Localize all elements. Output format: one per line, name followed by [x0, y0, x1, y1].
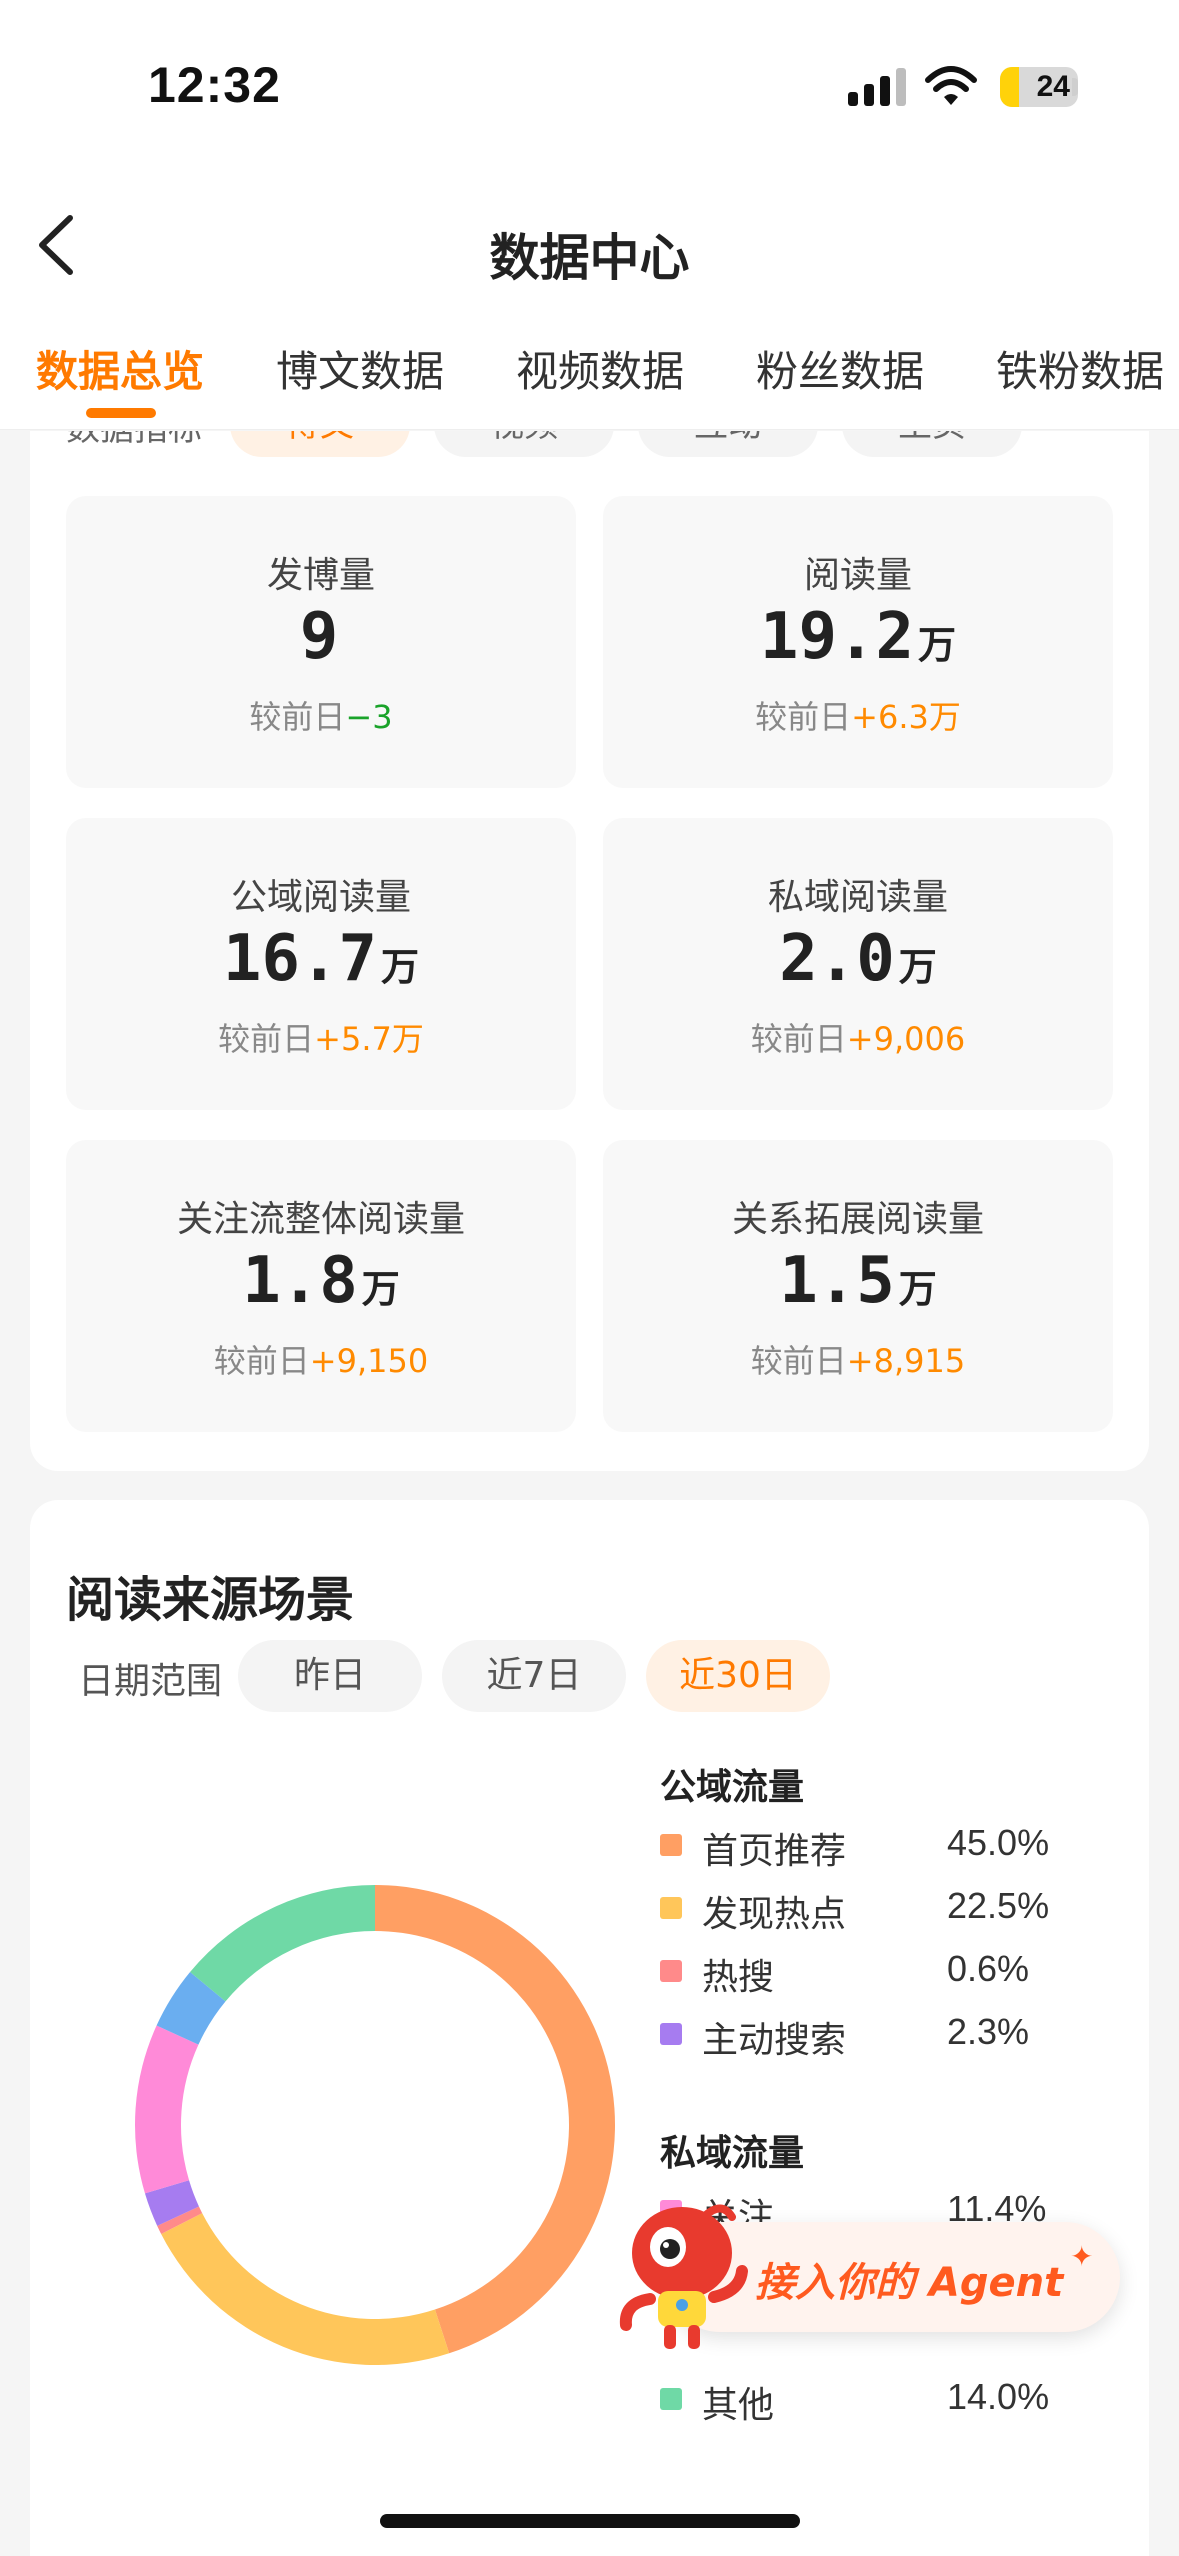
section-title: 阅读来源场景: [66, 1572, 355, 1628]
tab-bar: 数据总览 博文数据 视频数据 粉丝数据 铁粉数据: [0, 300, 1179, 430]
metric-value: 1.8 万: [242, 1244, 400, 1318]
metric-delta: 较前日+8,915: [750, 1342, 966, 1380]
metric-value: 16.7 万: [222, 922, 420, 996]
metric-value: 19.2 万: [759, 600, 957, 674]
metric-label: 公域阅读量: [230, 877, 411, 918]
legend-value: 14.0%: [947, 2376, 1050, 2417]
tab-iron-fans-data[interactable]: 铁粉数据: [996, 338, 1164, 399]
battery-icon: 24: [1000, 67, 1078, 107]
filter-chip-posts[interactable]: 博文: [230, 431, 410, 457]
filter-chip-homepage[interactable]: 主页: [842, 431, 1022, 457]
legend-swatch: [660, 2023, 682, 2045]
metric-label: 关注流整体阅读量: [176, 1199, 465, 1240]
metric-delta: 较前日+9,006: [750, 1020, 966, 1058]
legend-swatch: [660, 1897, 682, 1919]
date-chip-7d[interactable]: 近7日: [442, 1640, 626, 1712]
legend-name: 其他: [702, 2385, 775, 2426]
status-bar: 12:32 24: [0, 0, 1179, 170]
legend-item: 首页推荐 45.0%: [660, 1820, 1080, 1872]
nav-bar: 数据中心: [0, 170, 1179, 300]
legend-name: 首页推荐: [702, 1831, 847, 1872]
donut-slice-0[interactable]: [375, 1885, 616, 2354]
legend-swatch: [660, 2388, 682, 2410]
legend-group-public: 公域流量: [660, 1767, 805, 1808]
metrics-filter-label: 数据指标: [66, 431, 202, 450]
metric-delta: 较前日+9,150: [213, 1342, 429, 1380]
metric-post-count[interactable]: 发博量 9 较前日−3: [66, 496, 576, 788]
donut-slice-6[interactable]: [190, 1885, 375, 2002]
metric-value: 9: [299, 600, 339, 674]
donut-slice-1[interactable]: [161, 2213, 450, 2365]
donut-slice-4[interactable]: [135, 2025, 199, 2194]
legend-item: 主动搜索 2.3%: [660, 2009, 1080, 2061]
metric-relation-reads[interactable]: 关系拓展阅读量 1.5 万 较前日+8,915: [603, 1140, 1113, 1432]
legend-group-private: 私域流量: [660, 2133, 805, 2174]
legend-value: 22.5%: [947, 1885, 1050, 1926]
metrics-filter-row: 数据指标 博文 视频 互动 主页: [30, 431, 1149, 481]
mascot-icon[interactable]: [610, 2195, 760, 2355]
date-chip-30d[interactable]: 近30日: [646, 1640, 830, 1712]
metrics-card: 数据指标 博文 视频 互动 主页 发博量 9 较前日−3 阅读量 19.2万 较…: [30, 431, 1149, 1471]
legend-swatch: [660, 1834, 682, 1856]
metric-follow-feed-reads[interactable]: 关注流整体阅读量 1.8 万 较前日+9,150: [66, 1140, 576, 1432]
legend-item: 其他 14.0%: [660, 2374, 1080, 2426]
metric-reads[interactable]: 阅读量 19.2 万 较前日+6.3万: [603, 496, 1113, 788]
tab-fans-data[interactable]: 粉丝数据: [756, 338, 924, 399]
filter-chip-interaction[interactable]: 互动: [638, 431, 818, 457]
metric-delta: 较前日+5.7万: [218, 1020, 424, 1058]
legend-value: 0.6%: [947, 1948, 1030, 1989]
metric-label: 私域阅读量: [767, 877, 948, 918]
page-title: 数据中心: [489, 229, 690, 287]
legend-item: 发现热点 22.5%: [660, 1883, 1080, 1935]
metric-label: 关系拓展阅读量: [731, 1199, 984, 1240]
legend-name: 发现热点: [702, 1894, 847, 1935]
metric-delta: 较前日+6.3万: [755, 698, 961, 736]
sparkle-icon: ✦: [1070, 2240, 1094, 2273]
agent-entry-label: 接入你的 Agent: [755, 2260, 1064, 2306]
cellular-signal-icon: [848, 68, 906, 106]
tab-video-data[interactable]: 视频数据: [516, 338, 684, 399]
metric-value: 2.0 万: [779, 922, 937, 996]
tab-post-data[interactable]: 博文数据: [276, 338, 444, 399]
metric-value: 1.5 万: [779, 1244, 937, 1318]
metric-label: 发博量: [266, 555, 375, 596]
metric-public-reads[interactable]: 公域阅读量 16.7 万 较前日+5.7万: [66, 818, 576, 1110]
legend-value: 2.3%: [947, 2011, 1030, 2052]
legend-swatch: [660, 1960, 682, 1982]
legend-name: 热搜: [702, 1957, 775, 1998]
home-indicator: [380, 2514, 800, 2528]
date-chip-yesterday[interactable]: 昨日: [238, 1640, 422, 1712]
status-time: 12:32: [148, 57, 281, 113]
read-source-card: 阅读来源场景 日期范围 昨日 近7日 近30日 公域流量 首页推荐 45.0% 发现…: [30, 1500, 1149, 2556]
battery-tip: [1072, 78, 1078, 96]
legend-name: 主动搜索: [702, 2020, 847, 2061]
legend-value: 45.0%: [947, 1822, 1050, 1863]
metric-label: 阅读量: [803, 555, 912, 596]
active-tab-indicator: [86, 408, 156, 418]
battery-percent: 24: [1036, 70, 1070, 103]
tab-overview[interactable]: 数据总览: [36, 338, 204, 399]
metric-private-reads[interactable]: 私域阅读量 2.0 万 较前日+9,006: [603, 818, 1113, 1110]
wifi-icon: [925, 66, 977, 105]
read-source-donut-chart: [135, 1885, 616, 2365]
date-range-label: 日期范围: [78, 1661, 223, 1702]
metric-delta: 较前日−3: [249, 698, 393, 736]
filter-chip-video[interactable]: 视频: [434, 431, 614, 457]
legend-item: 热搜 0.6%: [660, 1946, 1080, 1998]
